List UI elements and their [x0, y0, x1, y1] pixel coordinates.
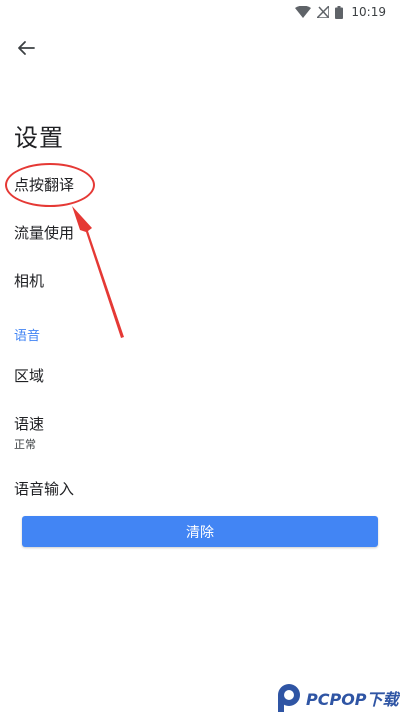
page-title: 设置	[14, 124, 64, 152]
status-time: 10:19	[351, 5, 386, 19]
setting-data-usage[interactable]: 流量使用	[14, 222, 74, 243]
setting-speech-rate[interactable]: 语速 正常	[14, 413, 44, 452]
wifi-icon	[295, 6, 312, 18]
watermark-text: PCPOP下载	[306, 690, 399, 709]
setting-speech-rate-value: 正常	[14, 438, 36, 451]
watermark: PCPOP下载	[276, 682, 399, 714]
annotation-ellipse	[5, 163, 95, 207]
setting-speech-rate-label: 语速	[14, 415, 45, 433]
no-signal-icon	[317, 6, 330, 18]
setting-voice-input[interactable]: 语音输入	[14, 478, 74, 499]
status-bar: 10:19	[0, 0, 400, 24]
arrow-left-icon	[18, 41, 35, 55]
annotation-arrow	[72, 206, 124, 338]
setting-camera[interactable]: 相机	[14, 270, 44, 291]
battery-icon	[335, 5, 344, 19]
clear-button[interactable]: 清除	[22, 516, 378, 547]
pcpop-logo-icon	[278, 684, 300, 712]
setting-region[interactable]: 区域	[14, 365, 44, 386]
back-button[interactable]	[14, 36, 38, 60]
section-header-voice: 语音	[14, 329, 41, 344]
